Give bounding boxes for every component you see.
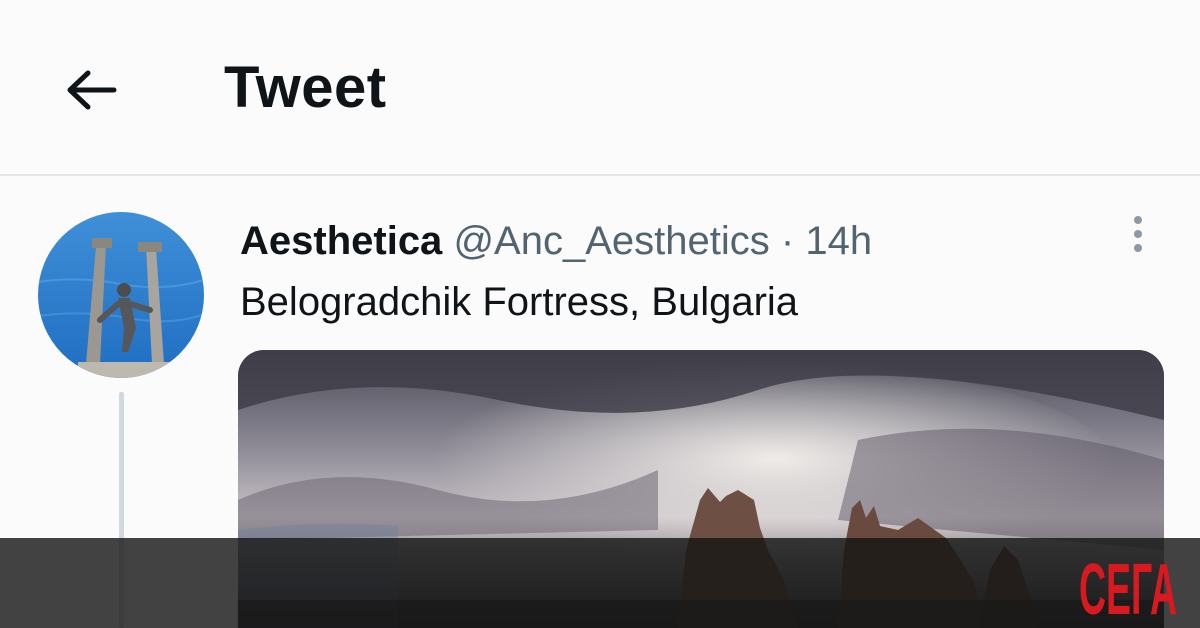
tweet-text: Belogradchik Fortress, Bulgaria <box>240 280 799 324</box>
sega-logo: СЕГА <box>1079 550 1177 622</box>
svg-text:СЕГА: СЕГА <box>1079 550 1177 622</box>
tweet-time[interactable]: 14h <box>805 219 872 263</box>
avatar[interactable] <box>38 212 204 378</box>
user-handle[interactable]: @Anc_Aesthetics <box>453 219 769 263</box>
back-button[interactable] <box>58 58 122 122</box>
header-bar: Tweet <box>0 0 1200 174</box>
more-vertical-icon <box>1134 216 1142 252</box>
display-name[interactable]: Aesthetica <box>240 219 442 263</box>
page-title: Tweet <box>224 55 387 120</box>
bottom-overlay-banner <box>0 538 1200 628</box>
header-divider <box>0 174 1200 176</box>
tweet-meta: Aesthetica @Anc_Aesthetics · 14h <box>240 216 872 266</box>
meta-separator: · <box>780 219 795 263</box>
more-options-button[interactable] <box>1118 212 1158 256</box>
arrow-left-icon <box>67 70 117 110</box>
avatar-image <box>38 212 204 378</box>
